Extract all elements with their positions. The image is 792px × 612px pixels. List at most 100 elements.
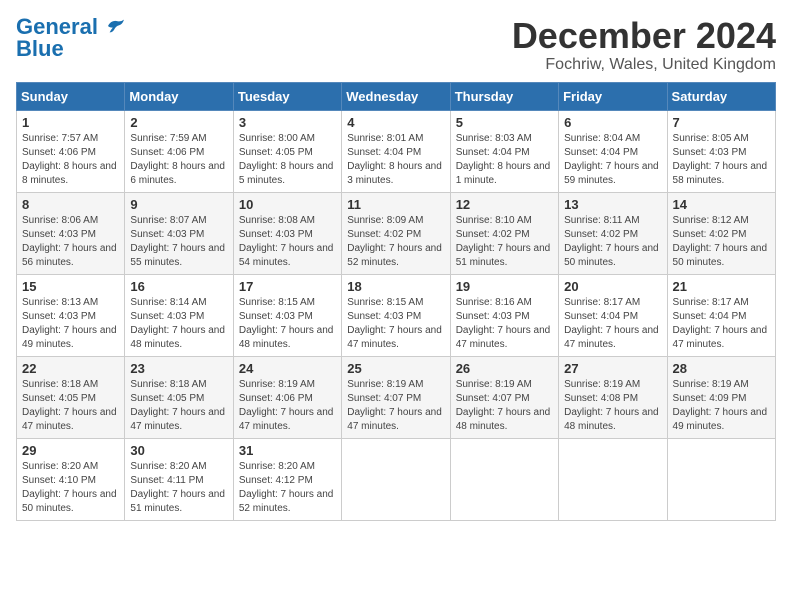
calendar-cell: 21 Sunrise: 8:17 AM Sunset: 4:04 PM Dayli…: [667, 274, 775, 356]
day-number: 31: [239, 443, 336, 458]
calendar-cell: 8 Sunrise: 8:06 AM Sunset: 4:03 PM Daylig…: [17, 192, 125, 274]
day-info: Sunrise: 7:57 AM Sunset: 4:06 PM Dayligh…: [22, 132, 119, 188]
day-number: 11: [347, 197, 444, 212]
location: Fochriw, Wales, United Kingdom: [512, 56, 776, 74]
day-number: 9: [130, 197, 227, 212]
weekday-header-monday: Monday: [125, 82, 233, 110]
weekday-header-sunday: Sunday: [17, 82, 125, 110]
day-number: 29: [22, 443, 119, 458]
day-info: Sunrise: 8:17 AM Sunset: 4:04 PM Dayligh…: [564, 296, 661, 352]
day-number: 30: [130, 443, 227, 458]
day-info: Sunrise: 8:19 AM Sunset: 4:07 PM Dayligh…: [347, 378, 444, 434]
day-number: 19: [456, 279, 553, 294]
day-info: Sunrise: 8:01 AM Sunset: 4:04 PM Dayligh…: [347, 132, 444, 188]
calendar-cell: 4 Sunrise: 8:01 AM Sunset: 4:04 PM Daylig…: [342, 110, 450, 192]
weekday-header-wednesday: Wednesday: [342, 82, 450, 110]
day-number: 1: [22, 115, 119, 130]
day-number: 4: [347, 115, 444, 130]
calendar-cell: [342, 438, 450, 520]
day-number: 3: [239, 115, 336, 130]
calendar-cell: 1 Sunrise: 7:57 AM Sunset: 4:06 PM Daylig…: [17, 110, 125, 192]
day-number: 15: [22, 279, 119, 294]
day-number: 24: [239, 361, 336, 376]
calendar-cell: 5 Sunrise: 8:03 AM Sunset: 4:04 PM Daylig…: [450, 110, 558, 192]
bird-icon: [106, 18, 126, 34]
day-number: 25: [347, 361, 444, 376]
calendar-cell: 2 Sunrise: 7:59 AM Sunset: 4:06 PM Daylig…: [125, 110, 233, 192]
day-info: Sunrise: 7:59 AM Sunset: 4:06 PM Dayligh…: [130, 132, 227, 188]
page-header: General Blue December 2024 Fochriw, Wale…: [16, 16, 776, 74]
calendar-cell: 16 Sunrise: 8:14 AM Sunset: 4:03 PM Dayli…: [125, 274, 233, 356]
day-number: 13: [564, 197, 661, 212]
day-number: 27: [564, 361, 661, 376]
day-number: 16: [130, 279, 227, 294]
calendar-cell: 20Sunrise: 8:17 AM Sunset: 4:04 PM Dayli…: [559, 274, 667, 356]
calendar-week-row: 8 Sunrise: 8:06 AM Sunset: 4:03 PM Daylig…: [17, 192, 776, 274]
calendar-cell: 31Sunrise: 8:20 AM Sunset: 4:12 PM Dayli…: [233, 438, 341, 520]
logo-blue-text: Blue: [16, 36, 64, 61]
calendar-cell: 30 Sunrise: 8:20 AM Sunset: 4:11 PM Dayli…: [125, 438, 233, 520]
day-info: Sunrise: 8:14 AM Sunset: 4:03 PM Dayligh…: [130, 296, 227, 352]
calendar-week-row: 22 Sunrise: 8:18 AM Sunset: 4:05 PM Dayli…: [17, 356, 776, 438]
calendar-cell: 22 Sunrise: 8:18 AM Sunset: 4:05 PM Dayli…: [17, 356, 125, 438]
day-info: Sunrise: 8:16 AM Sunset: 4:03 PM Dayligh…: [456, 296, 553, 352]
calendar-cell: [559, 438, 667, 520]
calendar-cell: 18Sunrise: 8:15 AM Sunset: 4:03 PM Dayli…: [342, 274, 450, 356]
day-info: Sunrise: 8:08 AM Sunset: 4:03 PM Dayligh…: [239, 214, 336, 270]
day-info: Sunrise: 8:09 AM Sunset: 4:02 PM Dayligh…: [347, 214, 444, 270]
calendar-cell: 23 Sunrise: 8:18 AM Sunset: 4:05 PM Dayli…: [125, 356, 233, 438]
day-info: Sunrise: 8:19 AM Sunset: 4:06 PM Dayligh…: [239, 378, 336, 434]
day-info: Sunrise: 8:17 AM Sunset: 4:04 PM Dayligh…: [673, 296, 770, 352]
day-number: 2: [130, 115, 227, 130]
day-info: Sunrise: 8:13 AM Sunset: 4:03 PM Dayligh…: [22, 296, 119, 352]
calendar-cell: 27 Sunrise: 8:19 AM Sunset: 4:08 PM Dayli…: [559, 356, 667, 438]
day-number: 14: [673, 197, 770, 212]
day-number: 23: [130, 361, 227, 376]
calendar-cell: 9Sunrise: 8:07 AM Sunset: 4:03 PM Daylig…: [125, 192, 233, 274]
day-number: 18: [347, 279, 444, 294]
day-info: Sunrise: 8:06 AM Sunset: 4:03 PM Dayligh…: [22, 214, 119, 270]
weekday-header-row: SundayMondayTuesdayWednesdayThursdayFrid…: [17, 82, 776, 110]
weekday-header-friday: Friday: [559, 82, 667, 110]
logo-text: General: [16, 16, 126, 38]
day-number: 21: [673, 279, 770, 294]
day-number: 7: [673, 115, 770, 130]
day-info: Sunrise: 8:00 AM Sunset: 4:05 PM Dayligh…: [239, 132, 336, 188]
calendar-cell: 17Sunrise: 8:15 AM Sunset: 4:03 PM Dayli…: [233, 274, 341, 356]
day-info: Sunrise: 8:20 AM Sunset: 4:10 PM Dayligh…: [22, 460, 119, 516]
calendar-cell: 3 Sunrise: 8:00 AM Sunset: 4:05 PM Daylig…: [233, 110, 341, 192]
calendar-week-row: 29 Sunrise: 8:20 AM Sunset: 4:10 PM Dayli…: [17, 438, 776, 520]
calendar-week-row: 1 Sunrise: 7:57 AM Sunset: 4:06 PM Daylig…: [17, 110, 776, 192]
calendar-week-row: 15 Sunrise: 8:13 AM Sunset: 4:03 PM Dayli…: [17, 274, 776, 356]
calendar-cell: 28 Sunrise: 8:19 AM Sunset: 4:09 PM Dayli…: [667, 356, 775, 438]
month-title: December 2024: [512, 16, 776, 56]
day-number: 22: [22, 361, 119, 376]
day-info: Sunrise: 8:19 AM Sunset: 4:09 PM Dayligh…: [673, 378, 770, 434]
calendar-cell: 15 Sunrise: 8:13 AM Sunset: 4:03 PM Dayli…: [17, 274, 125, 356]
calendar-cell: [450, 438, 558, 520]
calendar-cell: 12Sunrise: 8:10 AM Sunset: 4:02 PM Dayli…: [450, 192, 558, 274]
day-number: 28: [673, 361, 770, 376]
day-info: Sunrise: 8:19 AM Sunset: 4:08 PM Dayligh…: [564, 378, 661, 434]
weekday-header-thursday: Thursday: [450, 82, 558, 110]
day-info: Sunrise: 8:05 AM Sunset: 4:03 PM Dayligh…: [673, 132, 770, 188]
calendar-cell: 7 Sunrise: 8:05 AM Sunset: 4:03 PM Daylig…: [667, 110, 775, 192]
day-number: 17: [239, 279, 336, 294]
day-info: Sunrise: 8:12 AM Sunset: 4:02 PM Dayligh…: [673, 214, 770, 270]
day-info: Sunrise: 8:18 AM Sunset: 4:05 PM Dayligh…: [22, 378, 119, 434]
day-info: Sunrise: 8:19 AM Sunset: 4:07 PM Dayligh…: [456, 378, 553, 434]
day-number: 8: [22, 197, 119, 212]
title-area: December 2024 Fochriw, Wales, United Kin…: [512, 16, 776, 74]
calendar-cell: 29 Sunrise: 8:20 AM Sunset: 4:10 PM Dayli…: [17, 438, 125, 520]
calendar-cell: 13Sunrise: 8:11 AM Sunset: 4:02 PM Dayli…: [559, 192, 667, 274]
calendar-cell: [667, 438, 775, 520]
day-number: 5: [456, 115, 553, 130]
calendar-cell: 6Sunrise: 8:04 AM Sunset: 4:04 PM Daylig…: [559, 110, 667, 192]
calendar-cell: 14 Sunrise: 8:12 AM Sunset: 4:02 PM Dayli…: [667, 192, 775, 274]
day-number: 10: [239, 197, 336, 212]
calendar-cell: 19 Sunrise: 8:16 AM Sunset: 4:03 PM Dayli…: [450, 274, 558, 356]
day-info: Sunrise: 8:03 AM Sunset: 4:04 PM Dayligh…: [456, 132, 553, 188]
day-info: Sunrise: 8:18 AM Sunset: 4:05 PM Dayligh…: [130, 378, 227, 434]
day-info: Sunrise: 8:20 AM Sunset: 4:11 PM Dayligh…: [130, 460, 227, 516]
day-info: Sunrise: 8:10 AM Sunset: 4:02 PM Dayligh…: [456, 214, 553, 270]
